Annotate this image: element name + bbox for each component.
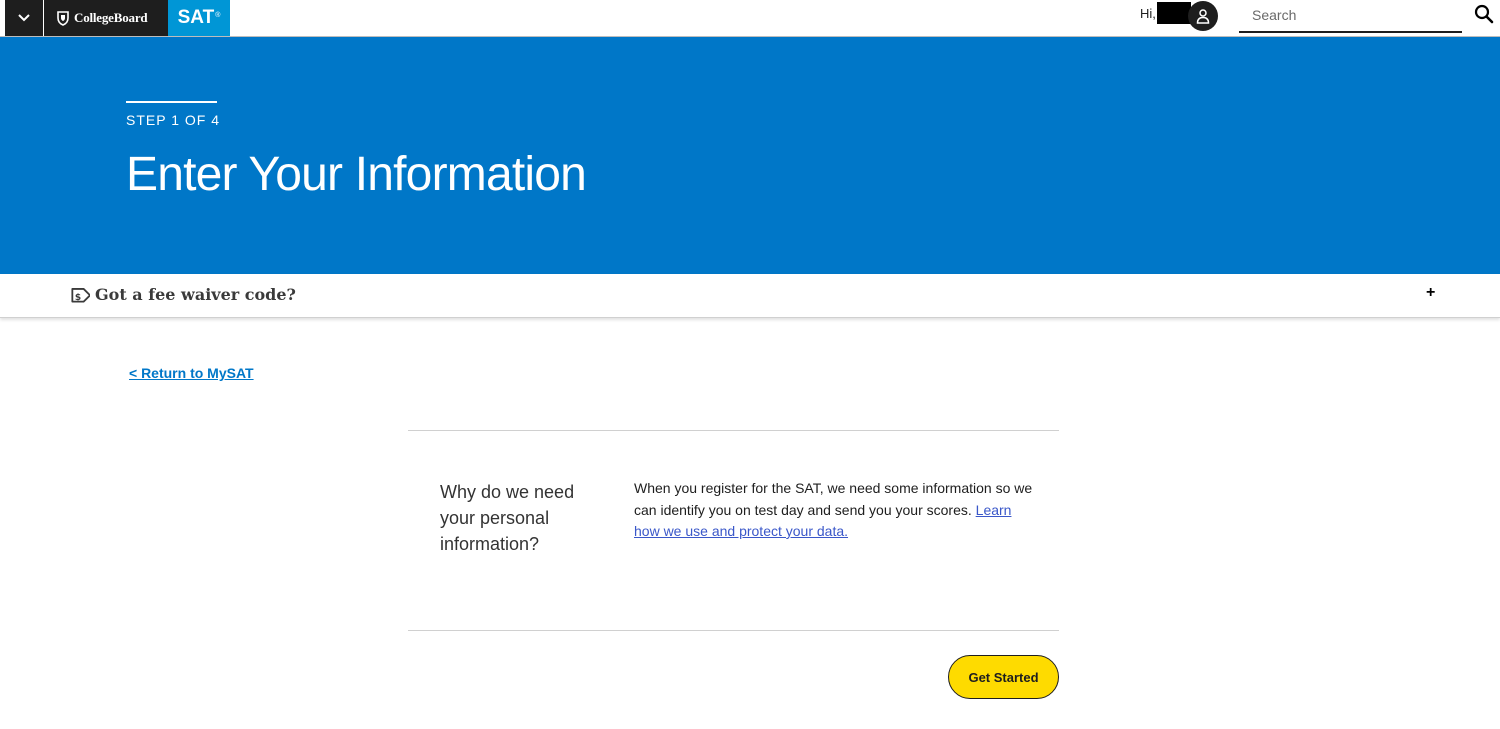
page-header-banner: STEP 1 OF 4 Enter Your Information bbox=[0, 37, 1500, 274]
menu-toggle-button[interactable] bbox=[5, 0, 43, 36]
search-input[interactable] bbox=[1239, 2, 1462, 28]
return-to-mysat-link[interactable]: < Return to MySAT bbox=[129, 365, 254, 381]
section-divider-bottom bbox=[408, 630, 1059, 631]
user-avatar-button[interactable] bbox=[1188, 1, 1218, 31]
fee-waiver-label: Got a fee waiver code? bbox=[95, 285, 296, 304]
page-title: Enter Your Information bbox=[126, 148, 587, 201]
info-explanation: When you register for the SAT, we need s… bbox=[634, 478, 1034, 543]
info-explanation-text: When you register for the SAT, we need s… bbox=[634, 480, 1033, 518]
greeting-label: Hi, bbox=[1140, 6, 1156, 21]
search-field bbox=[1239, 0, 1462, 33]
collegeboard-logo[interactable]: CollegeBoard bbox=[44, 0, 168, 36]
get-started-button[interactable]: Get Started bbox=[948, 655, 1059, 699]
search-icon bbox=[1474, 4, 1494, 24]
sat-logo-mark: ® bbox=[215, 11, 221, 19]
acorn-shield-icon bbox=[57, 11, 69, 26]
step-indicator: STEP 1 OF 4 bbox=[126, 112, 220, 128]
sat-logo[interactable]: SAT ® bbox=[168, 0, 230, 36]
section-divider-top bbox=[408, 430, 1059, 431]
svg-text:$: $ bbox=[75, 293, 81, 303]
expand-plus-icon[interactable]: + bbox=[1426, 284, 1435, 302]
fee-waiver-accordion[interactable]: $ Got a fee waiver code? + bbox=[0, 274, 1500, 318]
collegeboard-logo-text: CollegeBoard bbox=[74, 10, 148, 25]
redacted-user-name bbox=[1157, 2, 1191, 24]
step-divider bbox=[126, 101, 217, 103]
chevron-down-icon bbox=[18, 14, 30, 22]
info-question-heading: Why do we need your personal information… bbox=[440, 482, 575, 554]
search-button[interactable] bbox=[1472, 2, 1496, 26]
top-navigation-bar: CollegeBoard SAT ® Hi, bbox=[0, 0, 1500, 37]
sat-logo-text: SAT bbox=[177, 7, 215, 28]
price-tag-dollar-icon: $ bbox=[71, 288, 90, 303]
user-icon bbox=[1196, 9, 1210, 24]
